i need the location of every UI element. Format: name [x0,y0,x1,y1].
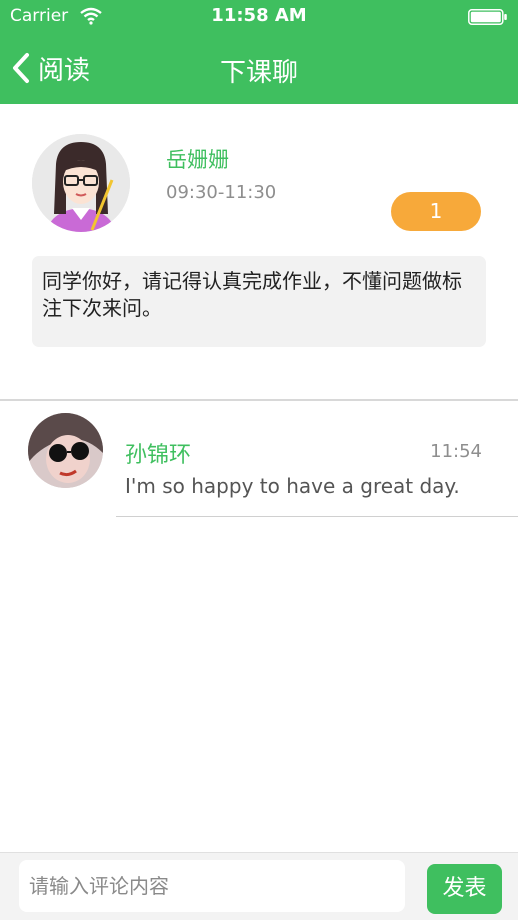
comment-item[interactable]: 孙锦环 11:54 I'm so happy to have a great d… [0,401,518,519]
comment-text: I'm so happy to have a great day. [125,474,460,498]
back-button[interactable]: 阅读 [12,48,90,88]
user-photo-icon [28,413,103,488]
comment-input[interactable] [19,860,405,912]
commenter-name: 孙锦环 [125,443,192,468]
app-header: Carrier 11:58 AM 阅读 下课聊 [0,0,518,104]
commenter-avatar[interactable] [28,413,103,488]
teacher-name: 岳姗姗 [166,148,229,172]
teacher-post: 岳姗姗 09:30-11:30 1 同学你好，请记得认真完成作业，不懂问题做标注… [0,104,518,400]
teacher-avatar[interactable] [32,134,130,232]
count-badge: 1 [391,192,481,231]
back-label: 阅读 [38,55,91,86]
post-message: 同学你好，请记得认真完成作业，不懂问题做标注下次来问。 [32,256,486,347]
comment-time: 11:54 [430,441,482,462]
chevron-left-icon [13,53,29,83]
post-time-range: 09:30-11:30 [166,182,277,203]
teacher-avatar-illustration [32,134,130,232]
battery-icon [468,9,507,25]
status-time: 11:58 AM [211,5,307,26]
send-button[interactable]: 发表 [427,864,502,914]
comment-input-bar: 发表 [0,852,518,920]
status-bar: Carrier 11:58 AM [0,0,518,34]
comment-divider [116,516,518,517]
